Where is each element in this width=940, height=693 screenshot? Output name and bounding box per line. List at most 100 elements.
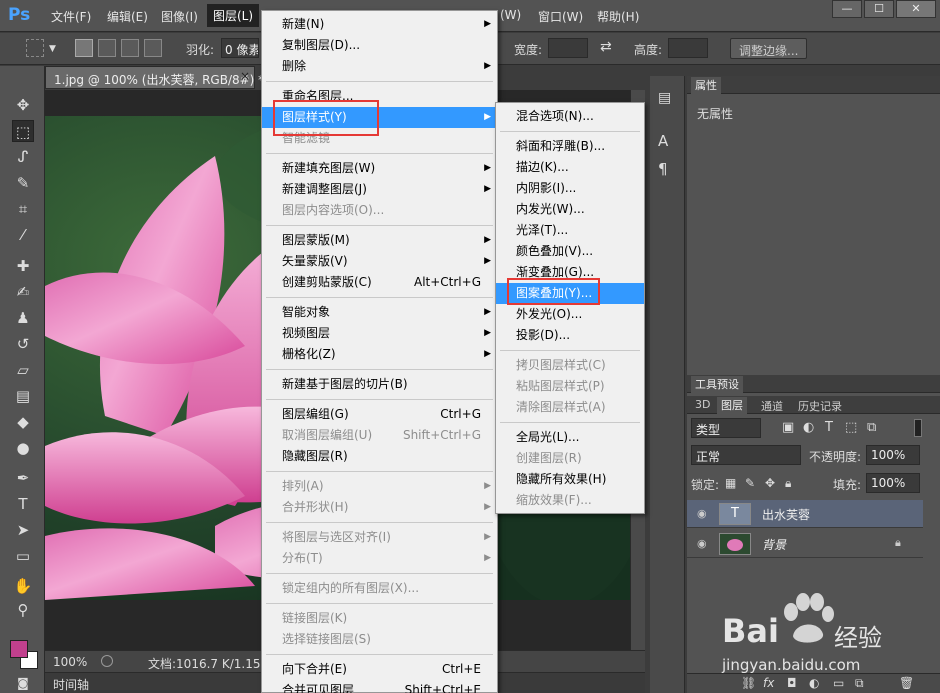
filter-toggle[interactable]: [914, 419, 922, 437]
style-submenu-item[interactable]: 图案叠加(Y)...: [496, 283, 644, 304]
maximize-button[interactable]: ☐: [864, 0, 894, 18]
menu-file[interactable]: 文件(F): [51, 8, 91, 25]
width-input[interactable]: [548, 38, 588, 58]
style-submenu-item[interactable]: 描边(K)...: [496, 157, 644, 178]
lock-all-icon[interactable]: 🔒︎: [785, 476, 791, 491]
layer-menu-item[interactable]: 视频图层 ▶: [262, 323, 497, 344]
style-submenu-item[interactable]: 隐藏所有效果(H): [496, 469, 644, 490]
eyedropper-tool-icon[interactable]: ⁄: [12, 224, 34, 246]
menu-window[interactable]: 窗口(W): [538, 8, 583, 25]
quick-select-tool-icon[interactable]: ✎: [12, 172, 34, 194]
marquee-tool-icon[interactable]: ⬚: [12, 120, 34, 142]
layer-menu-item[interactable]: 栅格化(Z) ▶: [262, 344, 497, 365]
style-submenu-item[interactable]: 全局光(L)...: [496, 427, 644, 448]
adjustment-icon[interactable]: ◐: [809, 676, 819, 690]
style-submenu-item[interactable]: 渐变叠加(G)...: [496, 262, 644, 283]
refine-edge-button[interactable]: 调整边缘...: [730, 38, 808, 59]
layer-menu-item[interactable]: 新建填充图层(W) ▶: [262, 158, 497, 179]
filter-shape-icon[interactable]: ⬚: [845, 420, 857, 435]
stamp-tool-icon[interactable]: ♟: [12, 307, 34, 329]
style-submenu-item[interactable]: 外发光(O)...: [496, 304, 644, 325]
style-submenu-item[interactable]: 混合选项(N)...: [496, 106, 644, 127]
layer-menu-item[interactable]: 合并可见图层 Shift+Ctrl+E: [262, 680, 497, 693]
layer-menu-item[interactable]: 向下合并(E) Ctrl+E: [262, 659, 497, 680]
style-submenu-item[interactable]: 斜面和浮雕(B)...: [496, 136, 644, 157]
style-submenu-item[interactable]: 内发光(W)...: [496, 199, 644, 220]
layer-menu-item[interactable]: 智能对象 ▶: [262, 302, 497, 323]
tab-tool-presets[interactable]: 工具预设: [691, 376, 743, 393]
shape-tool-icon[interactable]: ▭: [12, 545, 34, 567]
quick-mask-icon[interactable]: ◙: [12, 672, 34, 693]
document-tab[interactable]: 1.jpg @ 100% (出水芙蓉, RGB/8#) *: [45, 66, 264, 89]
layer-menu-item[interactable]: 删除 ▶: [262, 56, 497, 77]
hand-tool-icon[interactable]: ✋: [12, 575, 34, 597]
layer-menu-item[interactable]: 隐藏图层(R): [262, 446, 497, 467]
character-panel-icon[interactable]: ▤: [658, 90, 676, 108]
style-submenu-item[interactable]: 光泽(T)...: [496, 220, 644, 241]
move-tool-icon[interactable]: ✥: [12, 94, 34, 116]
type-panel-icon[interactable]: A: [658, 132, 676, 150]
menu-hidden-partial[interactable]: (W): [500, 8, 521, 22]
pen-tool-icon[interactable]: ✒: [12, 467, 34, 489]
style-submenu-item[interactable]: 颜色叠加(V)...: [496, 241, 644, 262]
intersect-selection-icon[interactable]: [144, 39, 162, 57]
tab-3d[interactable]: 3D: [691, 398, 714, 411]
close-button[interactable]: ✕: [896, 0, 936, 18]
menu-layer[interactable]: 图层(L): [207, 4, 260, 27]
menu-help[interactable]: 帮助(H): [597, 8, 639, 25]
tab-properties[interactable]: 属性: [691, 77, 721, 94]
opacity-input[interactable]: 100%: [866, 445, 920, 465]
style-submenu-item[interactable]: 内阴影(I)...: [496, 178, 644, 199]
swap-icon[interactable]: ⇄: [600, 39, 612, 55]
filter-type-icon[interactable]: T: [825, 420, 833, 435]
trash-icon[interactable]: 🗑︎: [899, 676, 914, 690]
filter-pixel-icon[interactable]: ▣: [782, 420, 794, 435]
tab-layers[interactable]: 图层: [717, 397, 747, 414]
timeline-tab[interactable]: 时间轴: [53, 676, 89, 693]
blur-tool-icon[interactable]: ◆: [12, 411, 34, 433]
minimize-button[interactable]: —: [832, 0, 862, 18]
layer-menu-item[interactable]: 图层样式(Y) ▶: [262, 107, 497, 128]
group-icon[interactable]: ▭: [833, 676, 844, 690]
filter-adjust-icon[interactable]: ◐: [803, 420, 814, 435]
add-selection-icon[interactable]: [98, 39, 116, 57]
layer-row-background[interactable]: ◉ 背景 🔒︎: [687, 530, 923, 558]
crop-tool-icon[interactable]: ⌗: [12, 198, 34, 220]
foreground-color-swatch-top[interactable]: [10, 640, 28, 658]
paragraph-panel-icon[interactable]: ¶: [658, 160, 676, 178]
layer-menu-item[interactable]: 创建剪贴蒙版(C) Alt+Ctrl+G: [262, 272, 497, 293]
layer-menu-item[interactable]: 新建调整图层(J) ▶: [262, 179, 497, 200]
zoom-level[interactable]: 100%: [53, 655, 87, 669]
style-submenu-item[interactable]: 投影(D)...: [496, 325, 644, 346]
fill-input[interactable]: 100%: [866, 473, 920, 493]
marquee-preset-icon[interactable]: [26, 39, 44, 57]
layer-row-text[interactable]: ◉ T 出水芙蓉: [687, 500, 923, 528]
lock-position-icon[interactable]: ✥: [765, 476, 775, 490]
layer-name[interactable]: 背景: [762, 536, 786, 553]
tab-channels[interactable]: 通道: [757, 398, 787, 414]
layer-menu-item[interactable]: 新建(N) ▶: [262, 14, 497, 35]
path-select-tool-icon[interactable]: ➤: [12, 519, 34, 541]
status-menu-icon[interactable]: [101, 655, 113, 667]
lasso-tool-icon[interactable]: ᔑ: [12, 146, 34, 168]
layer-name[interactable]: 出水芙蓉: [762, 506, 810, 523]
height-input[interactable]: [668, 38, 708, 58]
eye-icon[interactable]: ◉: [697, 508, 709, 520]
new-layer-icon[interactable]: ⧉: [855, 676, 864, 691]
lock-pixels-icon[interactable]: ▦: [725, 476, 736, 490]
layer-menu-item[interactable]: 新建基于图层的切片(B): [262, 374, 497, 395]
mask-icon[interactable]: ◘: [787, 676, 797, 690]
chevron-down-icon[interactable]: ▼: [49, 44, 56, 54]
zoom-tool-icon[interactable]: ⚲: [12, 599, 34, 621]
history-brush-icon[interactable]: ↺: [12, 333, 34, 355]
eraser-tool-icon[interactable]: ▱: [12, 359, 34, 381]
subtract-selection-icon[interactable]: [121, 39, 139, 57]
layer-menu-item[interactable]: 重命名图层...: [262, 86, 497, 107]
layer-menu-item[interactable]: 矢量蒙版(V) ▶: [262, 251, 497, 272]
brush-tool-icon[interactable]: ✍: [12, 281, 34, 303]
eye-icon[interactable]: ◉: [697, 538, 709, 550]
blend-mode-select[interactable]: 正常: [691, 445, 801, 465]
layer-menu-item[interactable]: 图层编组(G) Ctrl+G: [262, 404, 497, 425]
link-layers-icon[interactable]: ⛓: [741, 676, 756, 690]
layer-filter-select[interactable]: 类型: [691, 418, 761, 438]
